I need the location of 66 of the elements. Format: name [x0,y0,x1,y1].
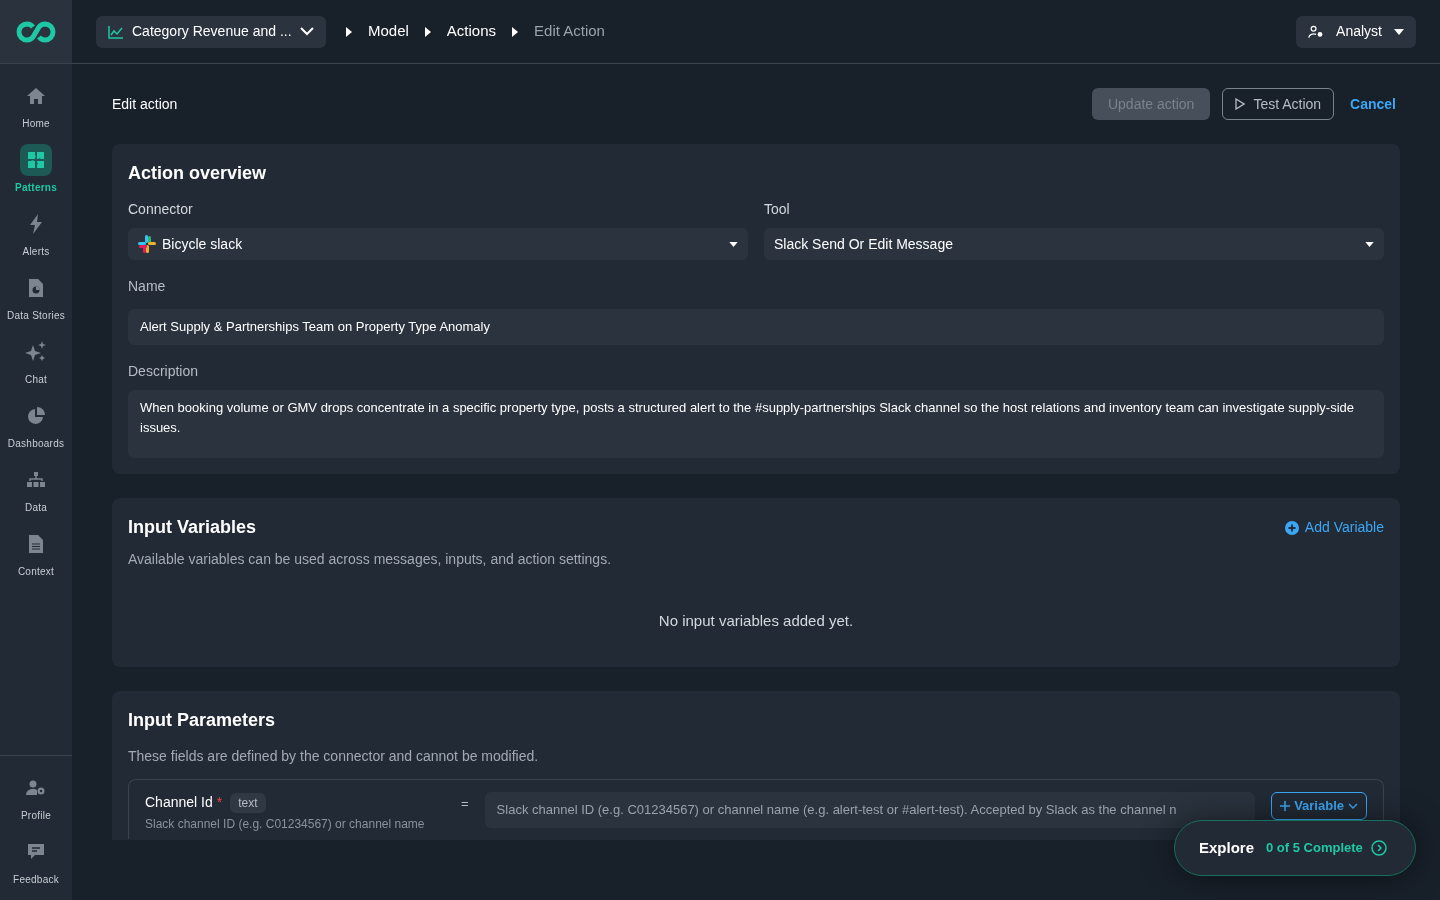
nav-item[interactable]: Context [0,524,72,588]
required-mark: * [216,793,223,812]
caret-down-icon [729,241,738,247]
plus-icon [1280,801,1291,811]
nav-item[interactable]: Profile [0,768,72,832]
field-label: Name [128,277,167,296]
tool-select[interactable]: Slack Send Or Edit Message [764,228,1384,260]
type-tag: text [230,792,266,813]
caret-right-icon [346,26,352,37]
cancel-link[interactable]: Cancel [1346,88,1400,120]
connector-select[interactable]: Bicycle slack [128,228,748,260]
puzzle-icon [27,151,45,169]
chevron-down-icon [1348,803,1358,809]
card-title: Input Variables [128,516,257,539]
breadcrumb-link[interactable]: Edit Action [534,20,605,43]
caret-down-icon [1365,241,1374,247]
breadcrumb-link[interactable]: Model [368,20,409,43]
parameter-description: Slack channel ID (e.g. C01234567) or channel name [145,816,426,833]
name-field[interactable]: Alert Supply & Partnerships Team on Property Type Anomaly [128,309,1384,345]
user-settings-icon [1308,24,1325,39]
nav-item[interactable]: Chat [0,332,72,396]
explore-button[interactable]: Explore 0 of 5 Complete [1174,820,1416,876]
nav-item[interactable]: Data Stories [0,268,72,332]
parameter-name: Channel Id [145,793,213,812]
nav-item[interactable]: Patterns [0,140,72,204]
sparkle-icon [25,341,47,363]
logo-icon[interactable] [16,20,56,43]
project-dropdown[interactable]: Category Revenue and ... [96,15,326,48]
test-button[interactable]: Test Action [1222,88,1335,120]
card-subtitle: These fields are defined by the connector and cannot be modified. [128,747,540,766]
slack-icon [138,235,156,253]
card-title: Action overview [128,162,268,185]
nav-item[interactable]: Home [0,76,72,140]
home-icon [26,87,46,105]
hierarchy-icon [27,472,45,488]
pie-chart-icon [27,407,45,425]
field-label: Connector [128,200,194,219]
nav-item[interactable]: Alerts [0,204,72,268]
chevron-circle-icon [1370,840,1387,856]
role-dropdown[interactable]: Analyst [1296,15,1416,48]
chat-bubble-icon [27,843,45,861]
caret-right-icon [512,26,519,37]
description-field[interactable]: When booking volume or GMV drops concentrate in a specific property type, posts a structured alert to the #supply-partnerships Slack channel so the host relations and inventory team can investigate supply-side issues. [128,390,1384,458]
play-icon [1235,98,1246,110]
nav-item[interactable]: Data [0,460,72,524]
plus-circle-icon [1284,520,1299,535]
chevron-down-icon [300,27,314,36]
caret-down-icon [1394,28,1404,35]
nav-item[interactable]: Feedback [0,832,72,896]
field-label: Description [128,362,200,381]
user-settings-icon [26,780,46,796]
empty-message: No input variables added yet. [658,611,854,631]
nav-item[interactable]: Dashboards [0,396,72,460]
page-title: Edit action [112,94,178,114]
breadcrumb-link[interactable]: Actions [446,20,497,43]
document-chart-icon [28,278,44,298]
card-subtitle: Available variables can be used across messages, inputs, and action settings. [128,550,613,569]
card-title: Input Parameters [128,709,277,732]
add-variable-button[interactable]: Add Variable [1284,517,1384,538]
line-chart-icon [108,24,124,39]
value-field[interactable]: Slack channel ID (e.g. C01234567) or channel name (e.g. alert-test or #alert-test). Accepted by Slack as the channel n [484,792,1256,828]
operator-label: = [461,795,469,813]
document-icon [29,535,43,553]
field-label: Tool [764,200,791,219]
lightning-icon [29,214,43,234]
caret-right-icon [424,26,431,37]
